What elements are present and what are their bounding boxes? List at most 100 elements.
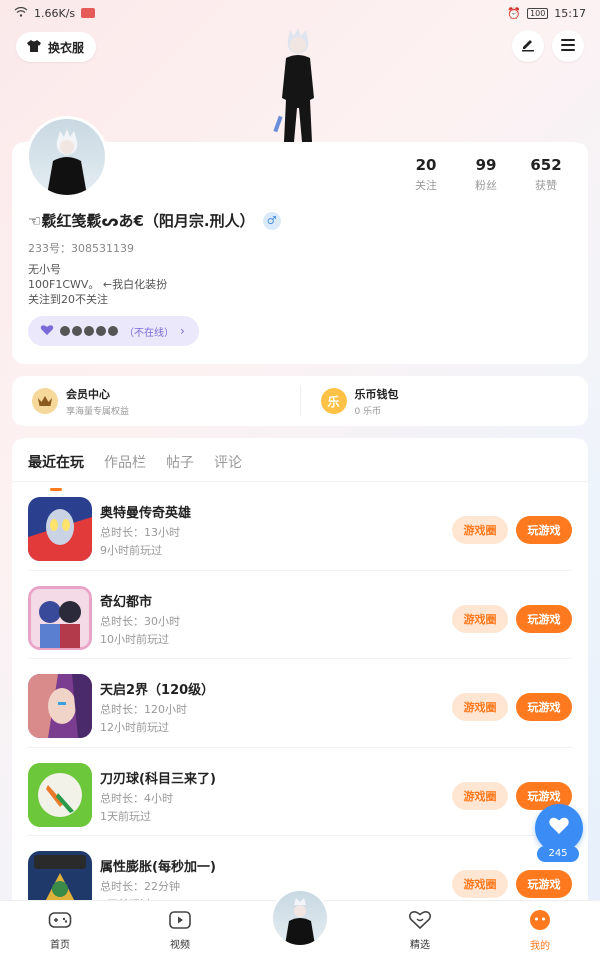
- online-status-pill[interactable]: （不在线） ›: [28, 316, 199, 346]
- game-row[interactable]: 刀刃球(科目三来了) 总时长：4小时 1天前玩过 游戏圈 玩游戏: [28, 748, 572, 836]
- battery-icon: 100: [527, 7, 549, 19]
- play-game-button[interactable]: 玩游戏: [516, 693, 572, 721]
- tab-recently-played[interactable]: 最近在玩: [28, 452, 84, 491]
- nav-label: 首页: [50, 940, 70, 951]
- game-row[interactable]: 天启2界（120级） 总时长：120小时 12小时前玩过 游戏圈 玩游戏: [28, 659, 572, 748]
- game-icon-fantasy-city[interactable]: [28, 585, 92, 650]
- game-duration: 总时长：22分钟: [100, 880, 180, 893]
- game-name: 天启2界（120级）: [100, 683, 215, 698]
- notification-icon: [81, 8, 96, 18]
- change-outfit-button[interactable]: 换衣服: [16, 32, 97, 62]
- nav-center-avatar[interactable]: [270, 888, 330, 948]
- profile-avatar[interactable]: [26, 116, 108, 198]
- stat-number: 20: [415, 156, 437, 174]
- play-game-button[interactable]: 玩游戏: [516, 604, 572, 633]
- game-duration: 总时长：30小时: [100, 614, 180, 628]
- stat-number: 652: [530, 156, 562, 174]
- bio: 无小号 100F1CWV。 ←我白化装扮 关注到20不关注: [28, 262, 167, 307]
- nav-mine[interactable]: 我的: [480, 901, 600, 960]
- game-circle-button[interactable]: 游戏圈: [452, 870, 508, 898]
- vip-title: 会员中心: [66, 387, 110, 401]
- bio-line: 100F1CWV。 ←我白化装扮: [28, 278, 168, 291]
- stat-following[interactable]: 20 关注: [396, 156, 456, 193]
- hamburger-icon: [560, 37, 576, 56]
- coin-icon: 乐: [320, 388, 347, 414]
- like-fab-button[interactable]: [535, 804, 583, 852]
- user-id: 233号：308531139: [28, 242, 134, 255]
- wifi-icon: [14, 6, 28, 20]
- crown-icon: [32, 388, 58, 414]
- username-text: ☜鬏红笺鬏ᔕあ€（阳月宗.刑人）: [28, 212, 255, 230]
- profile-stats: 20 关注 99 粉丝 652 获赞: [396, 156, 576, 193]
- like-count-badge: 245: [537, 846, 579, 862]
- bio-line: 关注到20不关注: [28, 293, 108, 306]
- heart-outline-icon: [408, 910, 432, 933]
- game-duration: 总时长：13小时: [100, 526, 180, 539]
- bio-line: 无小号: [28, 263, 61, 276]
- recent-games-card: 最近在玩 作品栏 帖子 评论 奥特曼传奇英雄 总时长：13小时 9小时前玩过 游…: [12, 438, 588, 908]
- nav-featured[interactable]: 精选: [360, 901, 480, 960]
- tab-posts[interactable]: 帖子: [166, 452, 194, 481]
- time: 15:17: [554, 6, 586, 20]
- wallet-balance: 0 乐币: [354, 406, 382, 417]
- game-row[interactable]: 奥特曼传奇英雄 总时长：13小时 9小时前玩过 游戏圈 玩游戏: [28, 482, 572, 571]
- nav-home[interactable]: 首页: [0, 901, 120, 960]
- play-game-button[interactable]: 玩游戏: [516, 870, 572, 898]
- game-row[interactable]: 奇幻都市 总时长：30小时 10小时前玩过 游戏圈 玩游戏: [28, 571, 572, 659]
- wallet[interactable]: 乐 乐币钱包 0 乐币: [301, 376, 589, 426]
- game-last-played: 1天前玩过: [100, 809, 151, 823]
- change-outfit-label: 换衣服: [48, 40, 85, 55]
- game-last-played: 10小时前玩过: [100, 632, 169, 646]
- gamepad-icon: [48, 910, 72, 933]
- stat-label: 获赞: [535, 179, 557, 192]
- game-last-played: 12小时前玩过: [100, 721, 169, 734]
- center-avatar-image: [273, 891, 327, 945]
- vip-subtitle: 享海量专属权益: [66, 406, 130, 417]
- game-duration: 总时长：4小时: [100, 791, 173, 805]
- network-speed: 1.66K/s: [34, 6, 76, 20]
- stat-fans[interactable]: 99 粉丝: [456, 156, 516, 193]
- status-dots: [60, 326, 118, 336]
- alarm-icon: ⏰: [507, 6, 522, 20]
- stat-number: 99: [475, 156, 497, 174]
- game-duration: 总时长：120小时: [100, 703, 187, 716]
- game-circle-button[interactable]: 游戏圈: [452, 693, 508, 721]
- stat-label: 关注: [415, 179, 437, 192]
- male-icon: ♂: [262, 211, 281, 230]
- shirt-icon: [26, 39, 42, 56]
- game-name: 奇幻都市: [100, 594, 153, 610]
- status-bar: 1.66K/s ⏰ 100 15:17: [0, 0, 600, 26]
- game-icon-ultraman[interactable]: [28, 497, 92, 561]
- online-status-text: （不在线）: [124, 327, 174, 339]
- game-circle-button[interactable]: 游戏圈: [452, 516, 508, 544]
- member-card: 会员中心 享海量专属权益 乐 乐币钱包 0 乐币: [12, 376, 588, 426]
- play-game-button[interactable]: 玩游戏: [516, 516, 572, 544]
- game-circle-button[interactable]: 游戏圈: [452, 604, 508, 633]
- game-circle-button[interactable]: 游戏圈: [452, 781, 508, 810]
- chevron-right-icon: ›: [180, 324, 185, 338]
- game-name: 属性膨胀(每秒加一): [100, 860, 216, 875]
- video-icon: [168, 910, 192, 933]
- game-icon-blade-ball[interactable]: [28, 762, 92, 827]
- tab-works[interactable]: 作品栏: [104, 452, 146, 481]
- game-name: 奥特曼传奇英雄: [100, 506, 192, 521]
- game-last-played: 9小时前玩过: [100, 544, 162, 557]
- wallet-title: 乐币钱包: [354, 387, 399, 401]
- nav-label: 视频: [170, 940, 190, 951]
- stat-label: 粉丝: [475, 179, 497, 192]
- avatar-character-figure[interactable]: [268, 28, 328, 143]
- menu-button[interactable]: [552, 30, 584, 62]
- game-name: 刀刃球(科目三来了): [100, 771, 216, 787]
- nav-label: 精选: [410, 940, 430, 951]
- pen-icon: [520, 36, 536, 56]
- face-icon: [528, 909, 552, 934]
- heart-icon: [548, 816, 570, 840]
- nav-video[interactable]: 视频: [120, 901, 240, 960]
- tab-comments[interactable]: 评论: [214, 452, 242, 481]
- heart-icon: [40, 324, 54, 339]
- edit-button[interactable]: [512, 30, 544, 62]
- username: ☜鬏红笺鬏ᔕあ€（阳月宗.刑人） ♂: [28, 210, 281, 231]
- stat-likes[interactable]: 652 获赞: [516, 156, 576, 193]
- game-icon-apocalypse-realm[interactable]: [28, 674, 92, 738]
- vip-center[interactable]: 会员中心 享海量专属权益: [12, 376, 300, 426]
